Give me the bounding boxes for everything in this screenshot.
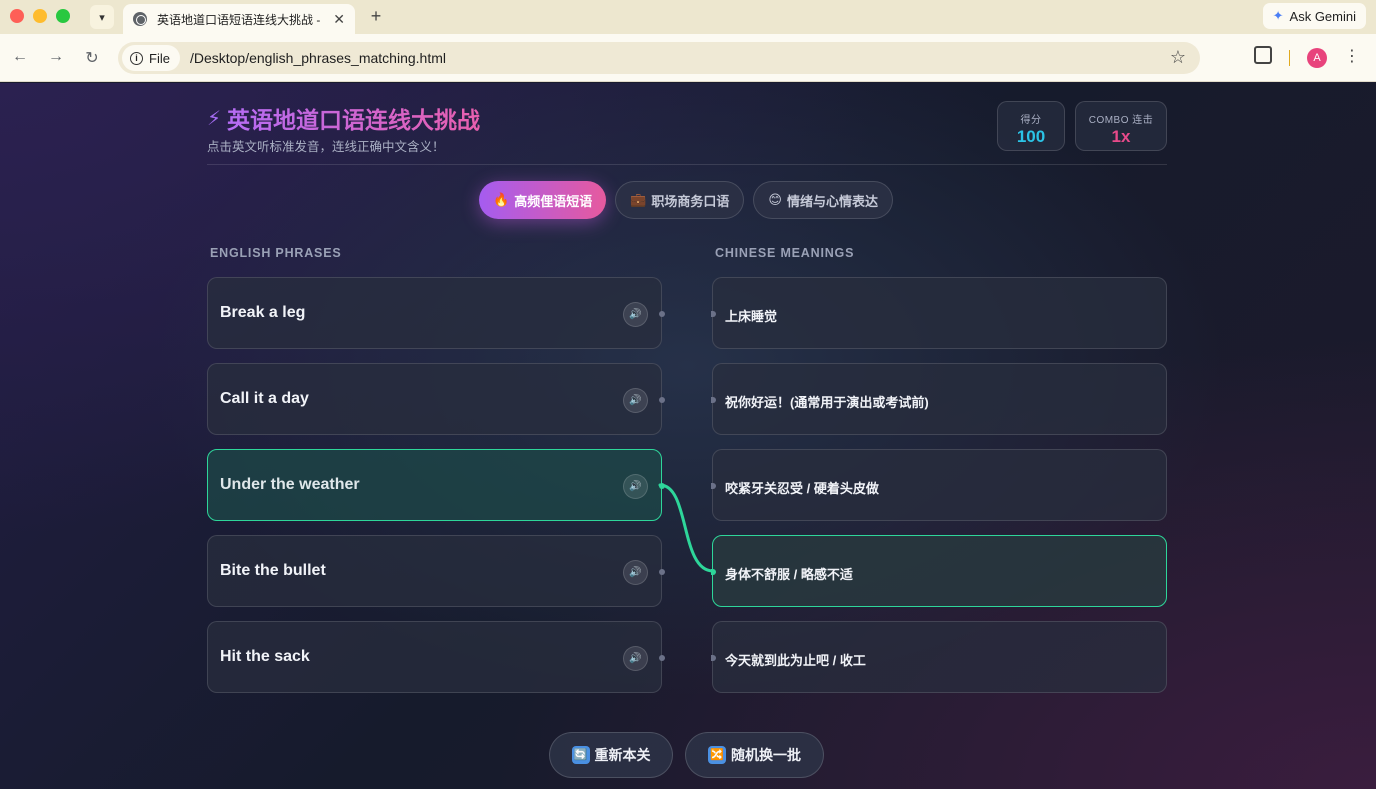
address-bar[interactable]: i File /Desktop/english_phrases_matching… (118, 42, 1200, 74)
briefcase-icon: 💼 (630, 192, 647, 207)
english-phrase-text: Break a leg (220, 304, 306, 321)
category-tabs: 🔥 高频俚语短语 💼 职场商务口语 😊 情绪与心情表达 (479, 181, 893, 219)
toolbar-divider (1289, 50, 1290, 66)
globe-icon (133, 12, 147, 26)
back-arrow-icon[interactable]: ← (10, 48, 30, 66)
chinese-meaning-text: 上床睡觉 (725, 309, 778, 324)
title-row: ⚡ 英语地道口语连线大挑战 (207, 101, 480, 135)
speaker-icon[interactable]: 🔊 (623, 646, 648, 671)
score-box: 得分 100 (997, 101, 1065, 151)
combo-label: COMBO 连击 (1088, 115, 1154, 126)
english-phrase-card[interactable]: Call it a day 🔊 (207, 363, 665, 435)
speaker-icon[interactable]: 🔊 (623, 388, 648, 413)
profile-avatar[interactable]: A (1307, 48, 1327, 68)
chinese-column-heading: CHINESE MEANINGS (715, 246, 855, 260)
app-page: ⚡ 英语地道口语连线大挑战 点击英文听标准发音，连线正确中文含义！ 得分 100… (0, 83, 1376, 789)
english-phrase-text: Hit the sack (220, 648, 310, 665)
maximize-window-button[interactable] (56, 9, 70, 23)
tab-label: 职场商务口语 (651, 193, 730, 209)
chinese-meaning-text: 咬紧牙关忍受 / 硬着头皮做 (725, 481, 879, 496)
fire-icon: 🔥 (493, 192, 510, 207)
score-label: 得分 (1020, 115, 1042, 126)
new-tab-button[interactable]: + (366, 6, 386, 27)
file-chip-label: File (149, 50, 170, 66)
english-phrase-card[interactable]: Under the weather 🔊 (207, 449, 665, 521)
minimize-window-button[interactable] (33, 9, 47, 23)
speaker-icon[interactable]: 🔊 (623, 560, 648, 585)
english-phrase-text: Call it a day (220, 390, 309, 407)
chevron-down-icon: ▾ (99, 11, 105, 24)
chinese-meaning-card[interactable]: 咬紧牙关忍受 / 硬着头皮做 (711, 449, 1167, 521)
chinese-meaning-card[interactable]: 上床睡觉 (711, 277, 1167, 349)
chinese-meaning-text: 今天就到此为止吧 / 收工 (725, 653, 866, 668)
tab-title: 英语地道口语短语连线大挑战 - (157, 12, 321, 27)
connector-dot[interactable] (659, 397, 665, 403)
lightning-bolt-icon: ⚡ (207, 107, 222, 130)
gemini-sparkle-icon: ✦ (1272, 8, 1284, 23)
reload-icon[interactable]: ↻ (82, 48, 102, 68)
chinese-meaning-text: 祝你好运！(通常用于演出或考试前) (725, 395, 929, 410)
combo-box: COMBO 连击 1x (1075, 101, 1167, 151)
browser-tab-bar: ▾ 英语地道口语短语连线大挑战 - ✕ + ✦ Ask Gemini (0, 0, 1376, 34)
tab-label: 高频俚语短语 (514, 193, 593, 209)
tab-emotion-phrases[interactable]: 😊 情绪与心情表达 (753, 181, 893, 219)
connector-dot[interactable] (659, 569, 665, 575)
site-info-chip[interactable]: i File (122, 45, 180, 71)
close-window-button[interactable] (10, 9, 24, 23)
chinese-meaning-text: 身体不舒服 / 略感不适 (725, 567, 853, 582)
tab-search-button[interactable]: ▾ (90, 5, 114, 29)
english-phrase-card[interactable]: Break a leg 🔊 (207, 277, 665, 349)
extensions-puzzle-icon[interactable] (1254, 46, 1272, 64)
ask-gemini-button[interactable]: ✦ Ask Gemini (1262, 3, 1366, 29)
chinese-meaning-card[interactable]: 今天就到此为止吧 / 收工 (711, 621, 1167, 693)
shuffle-batch-button[interactable]: 🔀 随机换一批 (685, 732, 824, 778)
more-menu-icon[interactable]: ⋮ (1344, 46, 1360, 66)
connector-dot[interactable] (659, 311, 665, 317)
chinese-meaning-card[interactable]: 祝你好运！(通常用于演出或考试前) (711, 363, 1167, 435)
url-text[interactable]: /Desktop/english_phrases_matching.html (190, 50, 446, 66)
speaker-icon[interactable]: 🔊 (623, 302, 648, 327)
english-phrase-text: Bite the bullet (220, 562, 326, 579)
restart-level-button[interactable]: 🔄 重新本关 (549, 732, 673, 778)
tab-label: 情绪与心情表达 (786, 193, 878, 209)
info-icon: i (130, 51, 143, 65)
connector-dot[interactable] (711, 483, 716, 489)
combo-value: 1x (1111, 127, 1131, 146)
browser-tab-active[interactable]: 英语地道口语短语连线大挑战 - ✕ (123, 4, 355, 34)
connector-dot[interactable] (711, 397, 716, 403)
match-connector-line (658, 483, 715, 573)
connector-dot[interactable] (659, 483, 665, 489)
bookmark-star-icon[interactable]: ☆ (1170, 47, 1186, 68)
restart-label: 重新本关 (594, 747, 651, 763)
score-value: 100 (1016, 127, 1046, 146)
chinese-meaning-card[interactable]: 身体不舒服 / 略感不适 (711, 535, 1167, 607)
app-header: ⚡ 英语地道口语连线大挑战 点击英文听标准发音，连线正确中文含义！ 得分 100… (207, 101, 1167, 165)
english-phrase-card[interactable]: Bite the bullet 🔊 (207, 535, 665, 607)
tab-business-phrases[interactable]: 💼 职场商务口语 (615, 181, 745, 219)
close-tab-icon[interactable]: ✕ (333, 11, 345, 28)
english-phrase-text: Under the weather (220, 476, 360, 493)
restart-icon: 🔄 (571, 746, 590, 764)
shuffle-label: 随机换一批 (731, 747, 801, 763)
connector-dot[interactable] (711, 311, 716, 317)
ask-gemini-label: Ask Gemini (1289, 8, 1356, 24)
speaker-icon[interactable]: 🔊 (623, 474, 648, 499)
connector-dot[interactable] (711, 655, 716, 661)
shuffle-icon: 🔀 (708, 746, 726, 764)
page-subtitle: 点击英文听标准发音，连线正确中文含义！ (207, 140, 445, 154)
browser-toolbar: ← → ↻ i File /Desktop/english_phrases_ma… (0, 34, 1376, 82)
smiley-icon: 😊 (768, 192, 782, 207)
connector-dot[interactable] (711, 569, 716, 575)
english-column-heading: ENGLISH PHRASES (210, 246, 342, 260)
page-title: 英语地道口语连线大挑战 (227, 101, 480, 135)
english-phrase-card[interactable]: Hit the sack 🔊 (207, 621, 665, 693)
connector-dot[interactable] (659, 655, 665, 661)
tab-slang-phrases[interactable]: 🔥 高频俚语短语 (479, 181, 607, 219)
forward-arrow-icon[interactable]: → (46, 48, 66, 66)
